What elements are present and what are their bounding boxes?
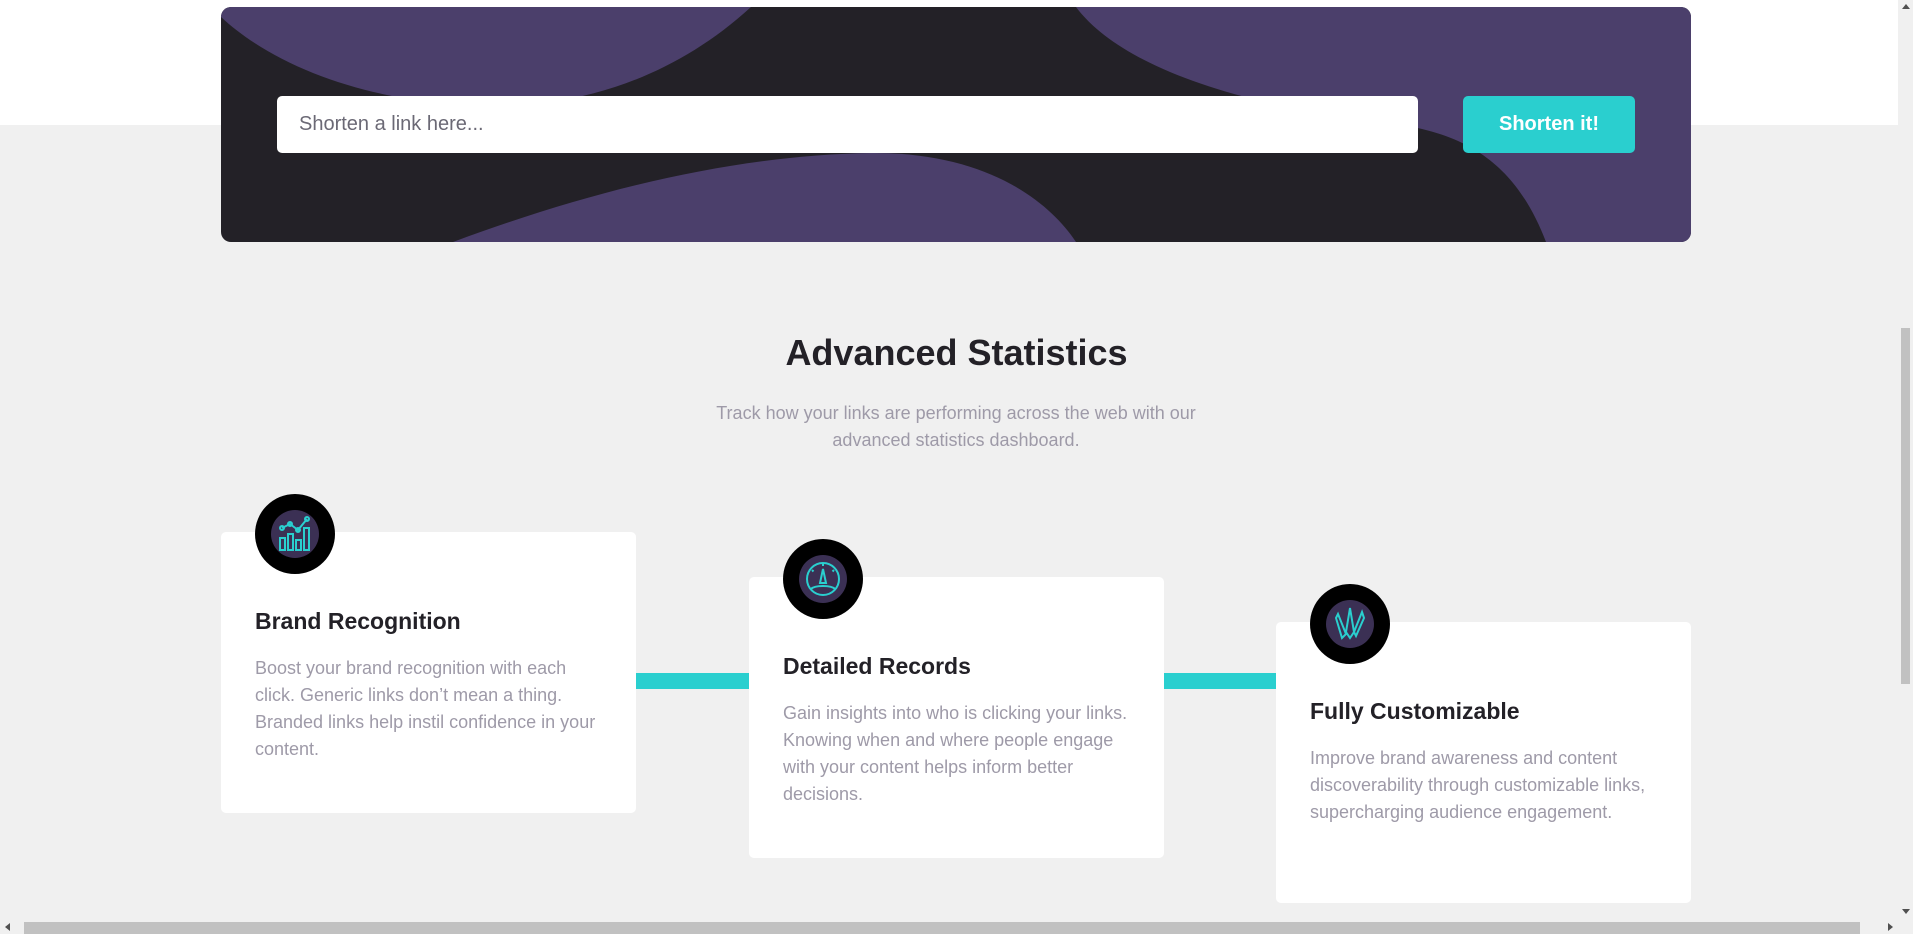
card-text: Gain insights into who is clicking your …	[783, 703, 1128, 804]
scroll-down-icon[interactable]	[1902, 909, 1910, 914]
horizontal-scrollbar[interactable]	[0, 919, 1898, 934]
card-icon-container	[783, 539, 863, 619]
card-title: Brand Recognition	[255, 608, 461, 634]
card-detailed-records: Detailed Records Gain insights into who …	[749, 539, 1164, 858]
detailed-records-icon	[806, 562, 840, 596]
card-fully-customizable: Fully Customizable Improve brand awarene…	[1276, 584, 1691, 903]
card-text: Improve brand awareness and content disc…	[1310, 748, 1646, 822]
card-text: Boost your brand recognition with each c…	[255, 658, 596, 759]
horizontal-scrollbar-thumb[interactable]	[24, 922, 1860, 934]
shorten-it-button[interactable]: Shorten it!	[1463, 96, 1635, 153]
scroll-right-icon[interactable]	[1888, 923, 1893, 931]
scroll-left-icon[interactable]	[5, 923, 10, 931]
brand-recognition-icon	[279, 516, 310, 551]
shorten-link-input[interactable]	[277, 96, 1418, 153]
shorten-panel: Shorten it!	[221, 7, 1691, 242]
card-icon-container	[255, 494, 335, 574]
card-title: Detailed Records	[783, 653, 971, 679]
vertical-scrollbar-thumb[interactable]	[1901, 328, 1910, 684]
card-icon-container	[1310, 584, 1390, 664]
card-title: Fully Customizable	[1310, 698, 1520, 724]
fully-customizable-icon	[1334, 607, 1366, 640]
vertical-scrollbar[interactable]	[1898, 0, 1913, 934]
section-title: Advanced Statistics	[785, 332, 1128, 373]
section-subtitle: Track how your links are performing acro…	[716, 403, 1196, 450]
scroll-up-icon[interactable]	[1902, 4, 1910, 9]
card-brand-recognition: Brand Recognition Boost your brand recog…	[221, 494, 636, 813]
